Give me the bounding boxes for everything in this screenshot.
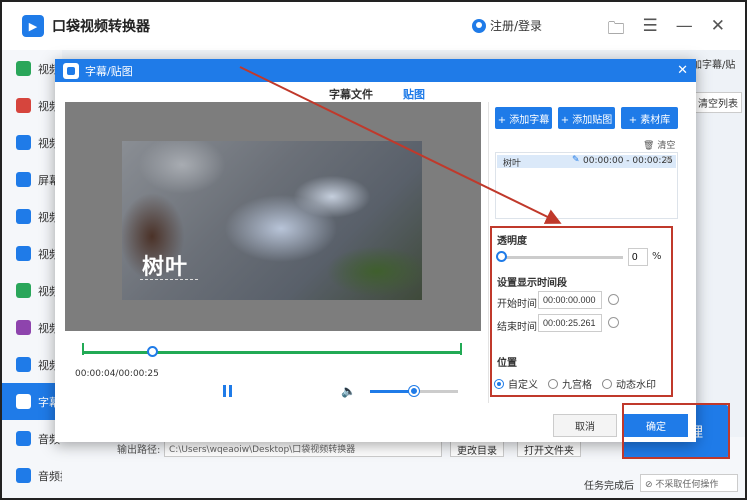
radio-dot (548, 378, 558, 389)
opacity-handle[interactable] (496, 251, 507, 262)
sidebar-item[interactable]: 视频 (2, 87, 62, 124)
sidebar-item[interactable]: 视频 (2, 346, 62, 383)
preview-image: 树叶 (122, 141, 422, 300)
start-time-input[interactable] (538, 291, 602, 309)
timeline-range[interactable] (82, 343, 462, 357)
cancel-button[interactable]: 取消 (553, 414, 617, 437)
tab-subtitle-file[interactable]: 字幕文件 (329, 86, 373, 102)
video-icon (16, 61, 31, 76)
start-time-label: 开始时间: (497, 299, 541, 310)
opacity-label: 透明度 (497, 236, 527, 247)
app-logo-icon: ▶ (22, 15, 44, 37)
opacity-slider[interactable] (498, 256, 623, 259)
pause-bar (229, 385, 232, 397)
sticker-bounding-line (140, 279, 198, 280)
app-window: ▶ 口袋视频转换器 注册/登录 🗀 ☰ — ✕ 视频 视频 视频 屏幕 视频 视… (0, 0, 747, 500)
sticker-overlay-text[interactable]: 树叶 (142, 249, 188, 281)
video-icon (16, 209, 31, 224)
add-sticker-button[interactable]: + 添加贴图 (558, 107, 615, 129)
sticker-settings-panel: 透明度 % 设置显示时间段 开始时间: 结束时间: 位置 自定义 九宫格 动态水… (490, 226, 673, 397)
video-icon (16, 135, 31, 150)
video-preview: 树叶 (65, 102, 481, 331)
audio-icon (16, 431, 31, 446)
material-library-button[interactable]: + 素材库 (621, 107, 678, 129)
screen-icon (16, 172, 31, 187)
menu-icon[interactable]: ☰ (643, 16, 658, 45)
sidebar-item[interactable]: 视频 (2, 309, 62, 346)
close-icon[interactable]: ✕ (711, 16, 725, 45)
output-path-label: 输出路径: (117, 445, 161, 456)
dialog-logo-icon (63, 62, 79, 79)
display-time-label: 设置显示时间段 (497, 278, 567, 289)
user-icon (472, 18, 486, 33)
minimize-icon[interactable]: — (676, 16, 693, 45)
sidebar-item[interactable]: 视频 (2, 272, 62, 309)
tab-sticker[interactable]: 贴图 (403, 86, 425, 102)
position-watermark-radio[interactable]: 动态水印 (602, 376, 656, 391)
radio-dot (494, 378, 504, 389)
sidebar-item[interactable]: 视频 (2, 235, 62, 272)
volume-icon[interactable]: 🔈 (341, 384, 356, 398)
end-time-input[interactable] (538, 314, 602, 332)
highlight-box (622, 403, 730, 459)
video-icon (16, 246, 31, 261)
sidebar-item[interactable]: 视频 (2, 50, 62, 87)
dialog-header: 字幕/贴图 ✕ (55, 59, 696, 82)
remove-icon[interactable]: ⊗ (664, 155, 672, 165)
position-custom-radio[interactable]: 自定义 (494, 376, 538, 391)
dialog-tabs: 字幕文件 贴图 (55, 82, 696, 102)
add-subtitle-link[interactable]: 加字幕/贴 (692, 56, 735, 71)
task-done-select[interactable]: ⊘ 不采取任何操作 (640, 474, 738, 492)
position-options: 自定义 九宫格 动态水印 (494, 376, 656, 391)
video-icon (16, 283, 31, 298)
login-label: 注册/登录 (490, 19, 543, 33)
radio-dot (602, 378, 612, 389)
app-title: 口袋视频转换器 (52, 19, 150, 35)
subtitle-icon (16, 394, 31, 409)
subtitle-sticker-dialog: 字幕/贴图 ✕ 字幕文件 贴图 树叶 00:00:04/00:00:25 🔈 +… (55, 59, 696, 442)
list-item[interactable]: 树叶 ✎ 00:00:00 - 00:00:25 ⊗ (497, 155, 676, 169)
sidebar-item[interactable]: 视频 (2, 198, 62, 235)
reset-time-icon[interactable] (608, 317, 619, 328)
pause-bar (223, 385, 226, 397)
sidebar-item-audio-extract[interactable]: 音频提取 (2, 457, 82, 494)
video-icon (16, 98, 31, 113)
list-item-time: 00:00:00 - 00:00:25 (583, 156, 673, 166)
volume-handle[interactable] (409, 386, 419, 396)
opacity-unit: % (652, 251, 662, 262)
dialog-title: 字幕/贴图 (85, 64, 133, 78)
login-link[interactable]: 注册/登录 (472, 17, 542, 34)
position-label: 位置 (497, 358, 517, 369)
dialog-close-icon[interactable]: ✕ (677, 63, 688, 78)
video-icon (16, 320, 31, 335)
list-item-name: 树叶 (503, 159, 522, 169)
video-icon (16, 357, 31, 372)
clear-list-button[interactable]: 清空列表 (694, 92, 742, 113)
panel-divider (488, 102, 489, 403)
title-bar: ▶ 口袋视频转换器 注册/登录 🗀 ☰ — ✕ (2, 2, 745, 50)
playhead-handle[interactable] (147, 346, 158, 357)
reset-time-icon[interactable] (608, 294, 619, 305)
sidebar-item[interactable]: 屏幕 (2, 161, 62, 198)
audio-extract-icon (16, 468, 31, 483)
add-subtitle-button[interactable]: + 添加字幕 (495, 107, 552, 129)
folder-icon[interactable]: 🗀 (608, 16, 625, 45)
opacity-input[interactable] (628, 248, 648, 266)
position-grid-radio[interactable]: 九宫格 (548, 376, 592, 391)
time-display: 00:00:04/00:00:25 (75, 369, 159, 379)
task-done-label: 任务完成后 (584, 481, 634, 492)
sidebar-item[interactable]: 视频 (2, 124, 62, 161)
sidebar: 视频 视频 视频 屏幕 视频 视频 视频 视频 视频 字幕 音频 音频提取 (2, 50, 82, 498)
end-time-label: 结束时间: (497, 322, 541, 333)
pause-button[interactable] (223, 385, 233, 397)
timeline-track (84, 351, 460, 354)
clear-link[interactable]: 🗑 清空 (643, 138, 675, 151)
trash-icon: 🗑 (643, 141, 655, 151)
edit-icon[interactable]: ✎ (572, 155, 580, 165)
sticker-list: 树叶 ✎ 00:00:00 - 00:00:25 ⊗ (495, 152, 678, 219)
sidebar-item[interactable]: 音频 (2, 420, 62, 457)
